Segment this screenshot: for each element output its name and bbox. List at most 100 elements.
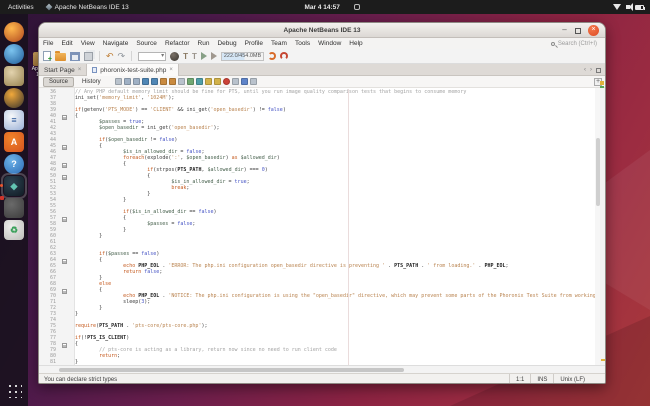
warning-indicator[interactable] xyxy=(600,81,604,85)
vertical-scrollbar-thumb[interactable] xyxy=(596,138,600,206)
menu-help[interactable]: Help xyxy=(345,40,366,47)
toggle-bookmark-icon[interactable] xyxy=(241,78,248,85)
undo-icon[interactable]: ↶ xyxy=(106,52,114,61)
top-bar: Activities Apache NetBeans IDE 13 Mar 4 … xyxy=(0,0,650,14)
tab-scroll-left-icon[interactable]: ‹ xyxy=(584,67,586,73)
menu-file[interactable]: File xyxy=(39,40,57,47)
memory-usage-button[interactable]: 222.0/454.0MB xyxy=(221,52,264,61)
menu-navigate[interactable]: Navigate xyxy=(99,40,133,47)
dock-item-help[interactable]: ? xyxy=(4,154,24,174)
status-message: You can declare strict types xyxy=(44,377,117,383)
comment-icon[interactable] xyxy=(187,78,194,85)
find-selection-icon[interactable] xyxy=(142,78,149,85)
forward-icon[interactable] xyxy=(133,78,140,85)
source-view-button[interactable]: Source xyxy=(43,77,74,87)
trash-glyph: ♻ xyxy=(10,225,18,236)
gc-icon[interactable] xyxy=(280,52,288,60)
show-applications-icon[interactable] xyxy=(6,382,22,398)
history-view-button[interactable]: History xyxy=(77,78,106,86)
menu-debug[interactable]: Debug xyxy=(213,40,240,47)
tab-phoronix-test-suite-php[interactable]: phoronix-test-suite.php× xyxy=(87,64,179,76)
tab-close-icon[interactable]: × xyxy=(78,67,82,73)
maximize-button[interactable] xyxy=(575,28,581,34)
editor-gutter[interactable]: 3637383940414243444546474849505152535455… xyxy=(39,88,75,365)
dock-item-ubuntu-software[interactable]: A xyxy=(4,132,24,152)
activities-button[interactable]: Activities xyxy=(8,4,34,11)
code-lines[interactable]: // Any PHP default memory limit should b… xyxy=(75,89,595,365)
focused-app-menu[interactable]: Apache NetBeans IDE 13 xyxy=(46,4,129,11)
dock-item-firefox[interactable] xyxy=(4,22,24,42)
horizontal-scrollbar-thumb[interactable] xyxy=(59,368,404,372)
menu-team[interactable]: Team xyxy=(267,40,291,47)
volume-icon xyxy=(626,5,630,9)
dock-item-libreoffice-writer[interactable]: ≡ xyxy=(4,110,24,130)
tab-scroll-right-icon[interactable]: › xyxy=(590,67,592,73)
menu-profile[interactable]: Profile xyxy=(241,40,267,47)
tab-label: phoronix-test-suite.php xyxy=(100,67,166,74)
profile-icon[interactable] xyxy=(268,52,276,60)
system-tray[interactable] xyxy=(613,0,644,14)
window-title: Apache NetBeans IDE 13 xyxy=(39,27,605,34)
horizontal-scrollbar[interactable] xyxy=(39,365,605,373)
menu-view[interactable]: View xyxy=(77,40,99,47)
toggle-highlight-icon[interactable] xyxy=(178,78,185,85)
tab-label: Start Page xyxy=(44,67,75,74)
uncomment-icon[interactable] xyxy=(196,78,203,85)
next-occurrence-icon[interactable] xyxy=(169,78,176,85)
menu-edit[interactable]: Edit xyxy=(57,40,76,47)
clean-build-icon[interactable]: T xyxy=(192,52,197,61)
netbeans-window: Apache NetBeans IDE 13 – × FileEditViewN… xyxy=(38,22,606,384)
stop-macro-icon[interactable] xyxy=(232,78,239,85)
code-editor[interactable]: 3637383940414243444546474849505152535455… xyxy=(39,88,605,365)
menu-run[interactable]: Run xyxy=(194,40,214,47)
help-glyph: ? xyxy=(11,159,17,169)
notification-icon xyxy=(354,4,360,10)
quick-search[interactable]: Search (Ctrl+I) xyxy=(551,38,597,49)
error-stripe[interactable] xyxy=(600,88,605,365)
maximize-editor-icon[interactable] xyxy=(596,68,601,73)
menu-window[interactable]: Window xyxy=(314,40,345,47)
menu-refactor[interactable]: Refactor xyxy=(161,40,194,47)
run-project-icon[interactable] xyxy=(201,52,207,60)
shift-right-icon[interactable] xyxy=(214,78,221,85)
tab-close-icon[interactable]: × xyxy=(169,67,173,73)
build-project-icon[interactable]: T xyxy=(183,52,188,61)
running-indicator xyxy=(0,184,3,187)
clock[interactable]: Mar 4 14:57 xyxy=(304,4,339,11)
previous-occurrence-icon[interactable] xyxy=(160,78,167,85)
globe-icon[interactable] xyxy=(170,52,179,61)
next-bookmark-icon[interactable] xyxy=(250,78,257,85)
minimize-button[interactable]: – xyxy=(561,27,568,34)
new-file-icon[interactable] xyxy=(43,51,51,61)
start-macro-icon[interactable] xyxy=(223,78,230,85)
right-margin-guide xyxy=(348,89,349,365)
search-hint: Search (Ctrl+I) xyxy=(558,41,597,47)
dock-item-trash[interactable]: ♻ xyxy=(4,220,24,240)
configuration-combobox[interactable] xyxy=(138,52,166,61)
status-bar: You can declare strict types 1:1 INS Uni… xyxy=(39,373,605,384)
dock-item-files[interactable] xyxy=(4,66,24,86)
copy-icon[interactable] xyxy=(84,52,93,61)
dock-item-netbeans[interactable]: ◆ xyxy=(4,176,24,196)
back-icon[interactable] xyxy=(124,78,131,85)
tab-start-page[interactable]: Start Page× xyxy=(39,64,87,76)
debug-project-icon[interactable] xyxy=(211,52,217,60)
dock-item-thunderbird[interactable] xyxy=(4,44,24,64)
status-indicator xyxy=(600,86,604,88)
shift-left-icon[interactable] xyxy=(205,78,212,85)
toolbar-separator xyxy=(131,51,132,61)
open-project-icon[interactable] xyxy=(55,53,66,61)
last-edit-icon[interactable] xyxy=(115,78,122,85)
dock-item-rhythmbox[interactable] xyxy=(4,88,24,108)
netbeans-icon xyxy=(45,4,52,11)
menu-tools[interactable]: Tools xyxy=(291,40,314,47)
menu-source[interactable]: Source xyxy=(132,40,161,47)
dock-item-unknown-app[interactable] xyxy=(4,198,24,218)
warning-mark[interactable] xyxy=(601,359,605,361)
find-occurrences-icon[interactable] xyxy=(151,78,158,85)
title-bar[interactable]: Apache NetBeans IDE 13 – × xyxy=(39,23,605,38)
redo-icon[interactable]: ↷ xyxy=(118,52,126,61)
close-button[interactable]: × xyxy=(588,25,599,36)
save-all-icon[interactable] xyxy=(70,52,80,61)
code-line[interactable]: echo PHP_EOL . 'NOTICE: The php.ini conf… xyxy=(75,293,595,299)
